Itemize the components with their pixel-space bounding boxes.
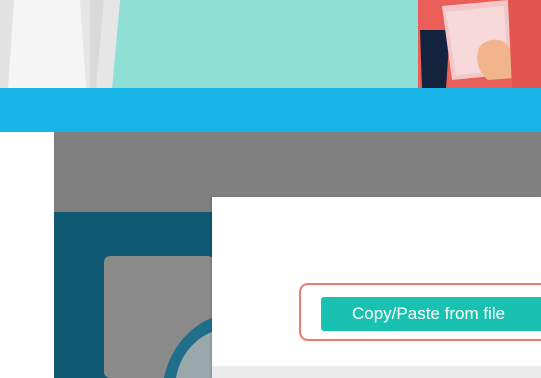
import-dialog: Copy/Paste from file — [212, 197, 541, 378]
hero-illustration — [0, 0, 541, 88]
copy-paste-from-file-button[interactable]: Copy/Paste from file — [321, 297, 541, 331]
people-illustration — [0, 0, 541, 88]
content-area: Copy/Paste from file — [0, 132, 541, 378]
dialog-footer — [212, 366, 541, 378]
blue-banner — [0, 88, 541, 132]
